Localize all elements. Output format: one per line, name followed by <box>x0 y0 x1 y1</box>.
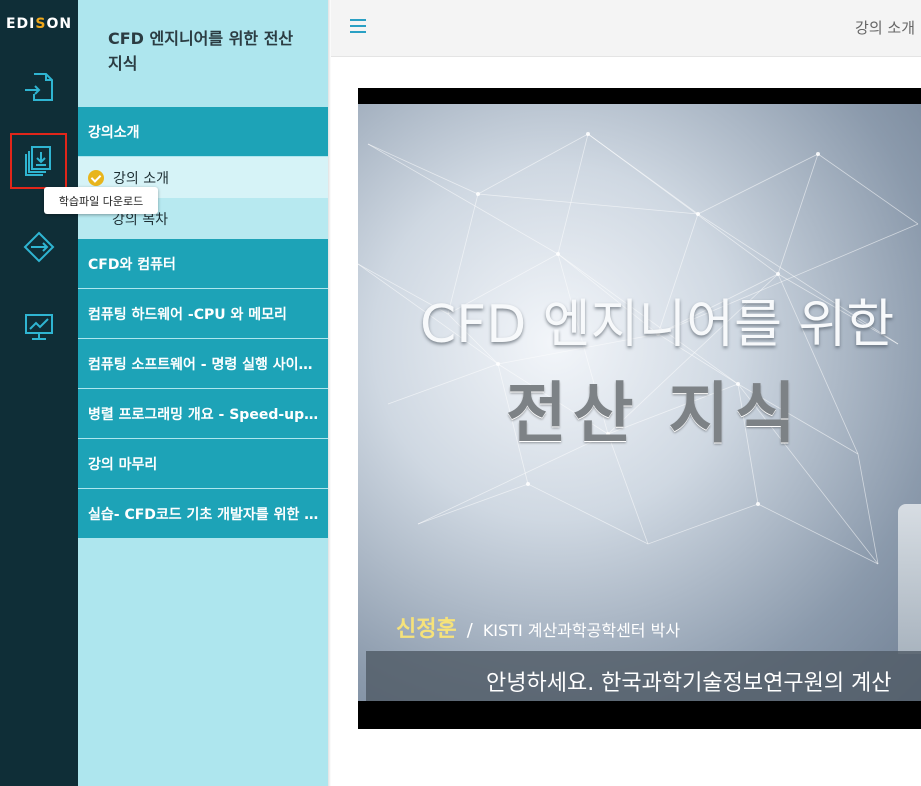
speaker-name: 신정훈 <box>396 617 457 642</box>
section-parallel[interactable]: 병렬 프로그래밍 개요 - Speed-up … <box>78 389 328 439</box>
lecture-login-icon <box>25 73 53 101</box>
video-title-line1: CFD 엔지니어를 위한 <box>420 295 895 355</box>
video-subtitle: 안녕하세요. 한국과학기술정보연구원의 계산 <box>486 671 892 696</box>
download-tooltip: 학습파일 다운로드 <box>44 187 158 214</box>
subtitle-bar: 안녕하세요. 한국과학기술정보연구원의 계산 <box>366 651 921 701</box>
menu-divider <box>328 0 331 786</box>
report-button[interactable] <box>14 302 64 352</box>
video-title-line2: 전산 지식 <box>506 375 802 452</box>
navigate-button[interactable] <box>14 222 64 272</box>
file-download-button[interactable] <box>10 133 67 189</box>
navigate-icon <box>23 231 55 263</box>
speaker-affiliation: KISTI 계산과학공학센터 박사 <box>482 621 681 640</box>
menu-toggle-icon[interactable] <box>350 19 366 33</box>
page-title: 강의 소개 <box>855 19 915 37</box>
section-software[interactable]: 컴퓨팅 소프트웨어 - 명령 실행 사이… <box>78 339 328 389</box>
course-title: CFD 엔지니어를 위한 전산 지식 <box>78 0 328 107</box>
lecture-enter-button[interactable] <box>14 62 64 112</box>
presenter-figure <box>898 504 921 654</box>
section-practice[interactable]: 실습- CFD코드 기초 개발자를 위한 … <box>78 489 328 539</box>
video-frame: CFD 엔지니어를 위한 전산 지식 신정훈 / KISTI 계산과학공학센터 박사… <box>358 104 921 701</box>
icon-rail: EDISON <box>0 0 78 786</box>
course-menu: CFD 엔지니어를 위한 전산 지식 강의소개 강의 소개 강의 목차 CFD와… <box>78 0 328 786</box>
speaker-caption: 신정훈 / KISTI 계산과학공학센터 박사 <box>396 611 680 643</box>
completed-check-icon <box>88 169 104 186</box>
sub-item-label: 강의 소개 <box>113 170 169 187</box>
section-hardware[interactable]: 컴퓨팅 하드웨어 -CPU 와 메모리 <box>78 289 328 339</box>
section-wrapup[interactable]: 강의 마무리 <box>78 439 328 489</box>
edison-logo[interactable]: EDISON <box>0 16 78 32</box>
top-bar: 강의 소개 <box>331 0 921 57</box>
section-intro[interactable]: 강의소개 <box>78 107 328 157</box>
video-player[interactable]: CFD 엔지니어를 위한 전산 지식 신정훈 / KISTI 계산과학공학센터 박사… <box>358 88 921 729</box>
speaker-separator: / <box>466 620 473 641</box>
section-cfd-computer[interactable]: CFD와 컴퓨터 <box>78 239 328 289</box>
file-download-icon <box>24 146 51 176</box>
chart-screen-icon <box>25 314 53 340</box>
